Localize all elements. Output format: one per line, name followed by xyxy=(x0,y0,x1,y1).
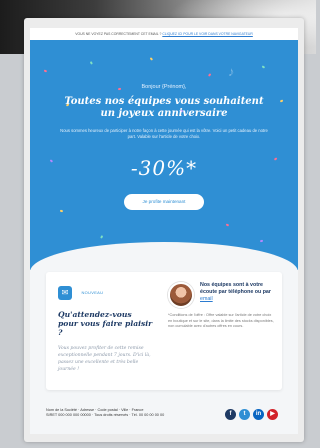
youtube-icon[interactable]: ▶ xyxy=(267,409,278,420)
contact-text: Nos équipes sont à votre écoute par télé… xyxy=(200,282,274,303)
discount-value: -30%* xyxy=(130,156,198,180)
hero-intro: Nous sommes heureux de participer à notr… xyxy=(60,128,268,139)
advisor-avatar xyxy=(168,282,194,308)
twitter-icon[interactable]: t xyxy=(239,409,250,420)
offer-text: Vous pouvez profiter de cette remise exc… xyxy=(58,346,151,372)
email-body: VOUS NE VOYEZ PAS CORRECTEMENT CET EMAIL… xyxy=(30,28,298,434)
hero-title: Toutes nos équipes vous souhaitent un jo… xyxy=(64,96,264,119)
greeting: Bonjour {Prénom}, xyxy=(141,84,187,90)
content-panel: ✉ NOUVEAU Qu'attendez-vous pour vous fai… xyxy=(30,270,298,434)
badge-label: NOUVEAU xyxy=(81,290,104,296)
preheader-text: VOUS NE VOYEZ PAS CORRECTEMENT CET EMAIL… xyxy=(75,32,162,36)
email-link[interactable]: email xyxy=(200,296,213,302)
hero-banner: ♪ Bonjour {Prénom}, Toutes nos équipes v… xyxy=(30,40,298,270)
facebook-icon[interactable]: f xyxy=(225,409,236,420)
contact-prefix: Nos équipes sont à votre écoute par télé… xyxy=(200,282,271,295)
cta-button[interactable]: Je profite maintenant xyxy=(124,194,204,210)
info-card: ✉ NOUVEAU Qu'attendez-vous pour vous fai… xyxy=(46,272,282,390)
footer: Nom de la Société · Adresse · Code posta… xyxy=(46,408,282,420)
contact-block: Nos équipes sont à votre écoute par télé… xyxy=(168,282,274,330)
offer-conditions: *Conditions de l'offre : Offre valable s… xyxy=(168,313,274,329)
gift-icon: ✉ xyxy=(58,285,72,300)
social-links: f t in ▶ xyxy=(225,409,278,420)
view-in-browser-link[interactable]: CLIQUEZ ICI POUR LE VOIR DANS VOTRE NAVI… xyxy=(162,32,253,36)
offer-block: ✉ NOUVEAU Qu'attendez-vous pour vous fai… xyxy=(58,284,154,373)
linkedin-icon[interactable]: in xyxy=(253,409,264,420)
preheader: VOUS NE VOYEZ PAS CORRECTEMENT CET EMAIL… xyxy=(30,28,298,40)
offer-title: Qu'attendez-vous pour vous faire plaisir… xyxy=(58,310,153,337)
